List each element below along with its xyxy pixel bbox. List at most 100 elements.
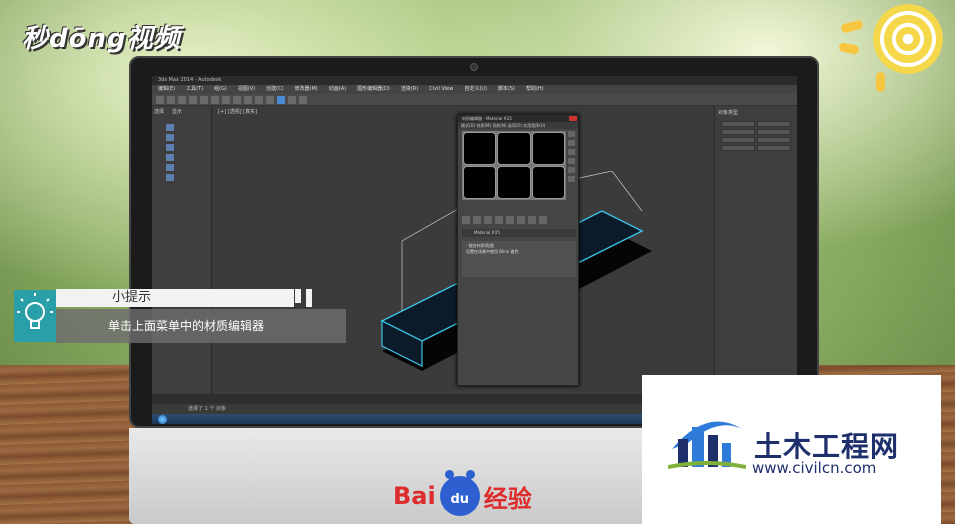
menu-item-modifiers[interactable]: 修改器(M) xyxy=(295,85,318,94)
sample-type-icon[interactable] xyxy=(568,131,575,137)
sample-slot[interactable] xyxy=(531,166,565,199)
menu-item-animation[interactable]: 动画(A) xyxy=(329,85,346,94)
object-type-button[interactable] xyxy=(721,129,755,135)
menu-item-group[interactable]: 组(G) xyxy=(214,85,227,94)
undo-icon[interactable] xyxy=(156,96,164,104)
redo-icon[interactable] xyxy=(167,96,175,104)
sample-slot[interactable] xyxy=(497,166,531,199)
close-icon[interactable] xyxy=(569,116,577,121)
object-type-header: 对象类型 xyxy=(718,110,739,116)
command-panel: 对象类型 xyxy=(714,106,797,406)
baidu-text: Bai xyxy=(393,482,436,510)
object-type-button[interactable] xyxy=(757,129,791,135)
move-icon[interactable] xyxy=(211,96,219,104)
filter-icon[interactable] xyxy=(166,164,174,171)
uv-tiling-icon[interactable] xyxy=(568,158,575,164)
put-to-scene-icon[interactable] xyxy=(473,216,481,224)
sun-icon xyxy=(873,4,943,74)
menu-item-create[interactable]: 创建(C) xyxy=(266,85,283,94)
unlink-icon[interactable] xyxy=(189,96,197,104)
reset-icon[interactable] xyxy=(495,216,503,224)
sun-ray xyxy=(876,72,885,92)
scene-explorer-tabs: 选择 显示 xyxy=(154,108,182,115)
sample-slot[interactable] xyxy=(463,132,497,165)
buildings-icon xyxy=(668,421,746,469)
viewport-label[interactable]: [+] [透视] [真实] xyxy=(218,108,257,115)
render-setup-icon[interactable] xyxy=(288,96,296,104)
assign-material-icon[interactable] xyxy=(484,216,492,224)
scene-tool-strip xyxy=(166,124,175,284)
rollout-body: 设置在场景中使用 Blinn 着色 xyxy=(466,249,519,254)
get-material-icon[interactable] xyxy=(462,216,470,224)
options-icon[interactable] xyxy=(568,176,575,182)
scene-explorer: 选择 显示 xyxy=(152,106,212,396)
tip-title: 小提示 xyxy=(56,289,294,307)
menu-item-help[interactable]: 帮助(H) xyxy=(526,85,544,94)
menu-item-graph-editors[interactable]: 图形编辑器(D) xyxy=(357,85,390,94)
select-icon[interactable] xyxy=(200,96,208,104)
menu-bar: 编辑(E) 工具(T) 组(G) 视图(V) 创建(C) 修改器(M) 动画(A… xyxy=(152,85,797,94)
filter-icon[interactable] xyxy=(166,124,174,131)
material-editor-menu[interactable]: 模式(D) 材质(M) 导航(N) 选项(O) 实用程序(U) xyxy=(458,122,578,129)
menu-item-rendering[interactable]: 渲染(R) xyxy=(401,85,418,94)
rotate-icon[interactable] xyxy=(222,96,230,104)
put-library-icon[interactable] xyxy=(528,216,536,224)
background-icon[interactable] xyxy=(568,149,575,155)
lightbulb-icon xyxy=(14,290,56,342)
material-editor-title-text: 材质编辑器 - Material #25 xyxy=(462,116,512,121)
sample-slots xyxy=(462,131,566,200)
link-icon[interactable] xyxy=(178,96,186,104)
main-toolbar xyxy=(152,94,797,106)
filter-icon[interactable] xyxy=(166,134,174,141)
material-side-toolbar xyxy=(568,131,576,215)
snap-icon[interactable] xyxy=(244,96,252,104)
menu-item-customize[interactable]: 自定义(U) xyxy=(464,85,487,94)
scale-icon[interactable] xyxy=(233,96,241,104)
backlight-icon[interactable] xyxy=(568,140,575,146)
max-screen: 3ds Max 2014 · Autodesk 编辑(E) 工具(T) 组(G)… xyxy=(152,76,797,424)
filter-icon[interactable] xyxy=(166,154,174,161)
material-editor-icon[interactable] xyxy=(277,96,285,104)
align-icon[interactable] xyxy=(266,96,274,104)
brand-watermark: 秒dōng视频 xyxy=(22,24,181,54)
material-editor-title: 材质编辑器 - Material #25 xyxy=(458,115,578,122)
object-type-button[interactable] xyxy=(757,137,791,143)
object-type-button[interactable] xyxy=(721,121,755,127)
mirror-icon[interactable] xyxy=(255,96,263,104)
tip-decoration xyxy=(295,289,312,307)
app-title-bar: 3ds Max 2014 · Autodesk xyxy=(152,76,797,85)
sample-slot[interactable] xyxy=(463,166,497,199)
object-type-button[interactable] xyxy=(721,145,755,151)
tip-body: 单击上面菜单中的材质编辑器 xyxy=(56,309,346,343)
menu-item-view[interactable]: 视图(V) xyxy=(238,85,255,94)
sample-slot[interactable] xyxy=(497,132,531,165)
jingyan-text: 经验 xyxy=(483,484,532,513)
render-icon[interactable] xyxy=(299,96,307,104)
material-rollout: - 融合材质/贴图 设置在场景中使用 Blinn 着色 xyxy=(462,241,576,277)
unique-icon[interactable] xyxy=(517,216,525,224)
object-type-buttons xyxy=(715,119,797,153)
filter-icon[interactable] xyxy=(166,174,174,181)
civil-url: www.civilcn.com xyxy=(752,459,877,477)
copy-icon[interactable] xyxy=(506,216,514,224)
sample-slot[interactable] xyxy=(531,132,565,165)
paw-icon: du xyxy=(439,470,480,516)
tab-display[interactable]: 显示 xyxy=(172,108,182,115)
object-type-button[interactable] xyxy=(721,137,755,143)
object-type-button[interactable] xyxy=(757,145,791,151)
show-map-icon[interactable] xyxy=(539,216,547,224)
tab-select[interactable]: 选择 xyxy=(154,108,164,115)
start-button[interactable] xyxy=(158,415,167,424)
material-name-field[interactable]: Material #25 xyxy=(462,229,576,237)
civilcn-logo: 土木工程网 www.civilcn.com xyxy=(642,375,941,524)
webcam xyxy=(470,63,478,71)
video-check-icon[interactable] xyxy=(568,167,575,173)
material-bottom-toolbar xyxy=(462,215,576,225)
object-type-button[interactable] xyxy=(757,121,791,127)
menu-item-civil-view[interactable]: Civil View xyxy=(429,85,453,94)
menu-item-script[interactable]: 脚本(S) xyxy=(498,85,515,94)
menu-item-tools[interactable]: 工具(T) xyxy=(186,85,203,94)
menu-item-edit[interactable]: 编辑(E) xyxy=(158,85,175,94)
filter-icon[interactable] xyxy=(166,144,174,151)
paw-text: du xyxy=(450,492,469,507)
